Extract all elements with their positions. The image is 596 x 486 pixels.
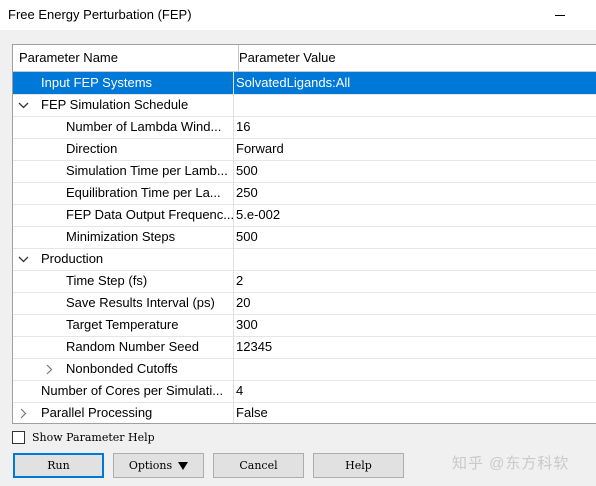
param-row-equilibration-time[interactable]: Equilibration Time per La... 250 <box>13 182 596 205</box>
param-name: Number of Lambda Wind... <box>66 119 222 134</box>
group-name: Production <box>41 251 104 266</box>
param-name: FEP Data Output Frequenc... <box>66 207 234 222</box>
param-row-minimization-steps[interactable]: Minimization Steps 500 <box>13 226 596 249</box>
group-name: FEP Simulation Schedule <box>41 97 189 112</box>
param-value[interactable]: Forward <box>236 138 284 160</box>
minimize-icon <box>555 14 565 16</box>
param-value[interactable]: 16 <box>236 116 250 138</box>
help-button[interactable]: Help <box>313 453 404 478</box>
param-row-time-step[interactable]: Time Step (fs) 2 <box>13 270 596 293</box>
show-parameter-help-option[interactable]: Show Parameter Help <box>12 429 155 445</box>
param-value[interactable]: 500 <box>236 160 258 182</box>
options-label: Options <box>128 459 173 472</box>
show-parameter-help-checkbox[interactable] <box>12 430 25 444</box>
param-row-direction[interactable]: Direction Forward <box>13 138 596 161</box>
param-value[interactable]: 500 <box>236 226 258 248</box>
watermark: 知乎 @东方科软 <box>452 455 570 472</box>
param-value[interactable]: 4 <box>236 380 243 402</box>
run-button[interactable]: Run <box>13 453 104 478</box>
param-name: Save Results Interval (ps) <box>66 295 215 310</box>
param-row-simulation-time[interactable]: Simulation Time per Lamb... 500 <box>13 160 596 183</box>
chevron-right-icon[interactable] <box>43 358 55 380</box>
param-row-fep-data-output-frequency[interactable]: FEP Data Output Frequenc... 5.e-002 <box>13 204 596 227</box>
group-row-fep-simulation-schedule[interactable]: FEP Simulation Schedule <box>13 94 596 117</box>
minimize-button[interactable] <box>540 0 580 30</box>
cancel-label: Cancel <box>239 459 278 472</box>
group-name: Nonbonded Cutoffs <box>66 361 178 376</box>
options-button[interactable]: Options <box>113 453 204 478</box>
caret-down-icon <box>178 461 189 470</box>
chevron-down-icon[interactable] <box>17 248 29 270</box>
param-name: Target Temperature <box>66 317 179 332</box>
show-parameter-help-label: Show Parameter Help <box>32 430 155 444</box>
help-label: Help <box>345 459 372 472</box>
chevron-right-icon[interactable] <box>17 402 29 423</box>
param-value[interactable]: 2 <box>236 270 243 292</box>
param-name: Random Number Seed <box>66 339 199 354</box>
param-row-number-of-cores[interactable]: Number of Cores per Simulati... 4 <box>13 380 596 403</box>
group-row-parallel-processing[interactable]: Parallel Processing False <box>13 402 596 423</box>
parameter-grid: Parameter Name Parameter Value Input FEP… <box>12 44 596 424</box>
param-value[interactable]: 12345 <box>236 336 272 358</box>
param-value[interactable]: 250 <box>236 182 258 204</box>
param-name: Equilibration Time per La... <box>66 185 221 200</box>
header-parameter-value[interactable]: Parameter Value <box>239 45 336 71</box>
param-name: Input FEP Systems <box>41 75 153 90</box>
run-label: Run <box>47 459 70 472</box>
param-value[interactable]: False <box>236 402 268 423</box>
header-parameter-name[interactable]: Parameter Name <box>13 45 239 71</box>
param-row-target-temperature[interactable]: Target Temperature 300 <box>13 314 596 337</box>
param-name: Minimization Steps <box>66 229 176 244</box>
param-value[interactable]: 300 <box>236 314 258 336</box>
param-value[interactable]: SolvatedLigands:All <box>234 72 596 94</box>
group-row-production[interactable]: Production <box>13 248 596 271</box>
param-row-save-results-interval[interactable]: Save Results Interval (ps) 20 <box>13 292 596 315</box>
grid-header: Parameter Name Parameter Value <box>13 45 596 72</box>
param-name: Simulation Time per Lamb... <box>66 163 228 178</box>
param-value[interactable]: 20 <box>236 292 250 314</box>
window-title: Free Energy Perturbation (FEP) <box>8 7 192 22</box>
cancel-button[interactable]: Cancel <box>213 453 304 478</box>
param-value[interactable]: 5.e-002 <box>236 204 280 226</box>
param-name: Time Step (fs) <box>66 273 148 288</box>
group-row-nonbonded-cutoffs[interactable]: Nonbonded Cutoffs <box>13 358 596 381</box>
param-row-number-of-lambda-windows[interactable]: Number of Lambda Wind... 16 <box>13 116 596 139</box>
title-bar: Free Energy Perturbation (FEP) <box>0 0 596 30</box>
param-row-random-number-seed[interactable]: Random Number Seed 12345 <box>13 336 596 359</box>
param-name: Number of Cores per Simulati... <box>41 383 224 398</box>
param-name: Direction <box>66 141 118 156</box>
group-name: Parallel Processing <box>41 405 153 420</box>
chevron-down-icon[interactable] <box>17 94 29 116</box>
param-row-input-fep-systems[interactable]: Input FEP Systems SolvatedLigands:All <box>13 72 596 95</box>
